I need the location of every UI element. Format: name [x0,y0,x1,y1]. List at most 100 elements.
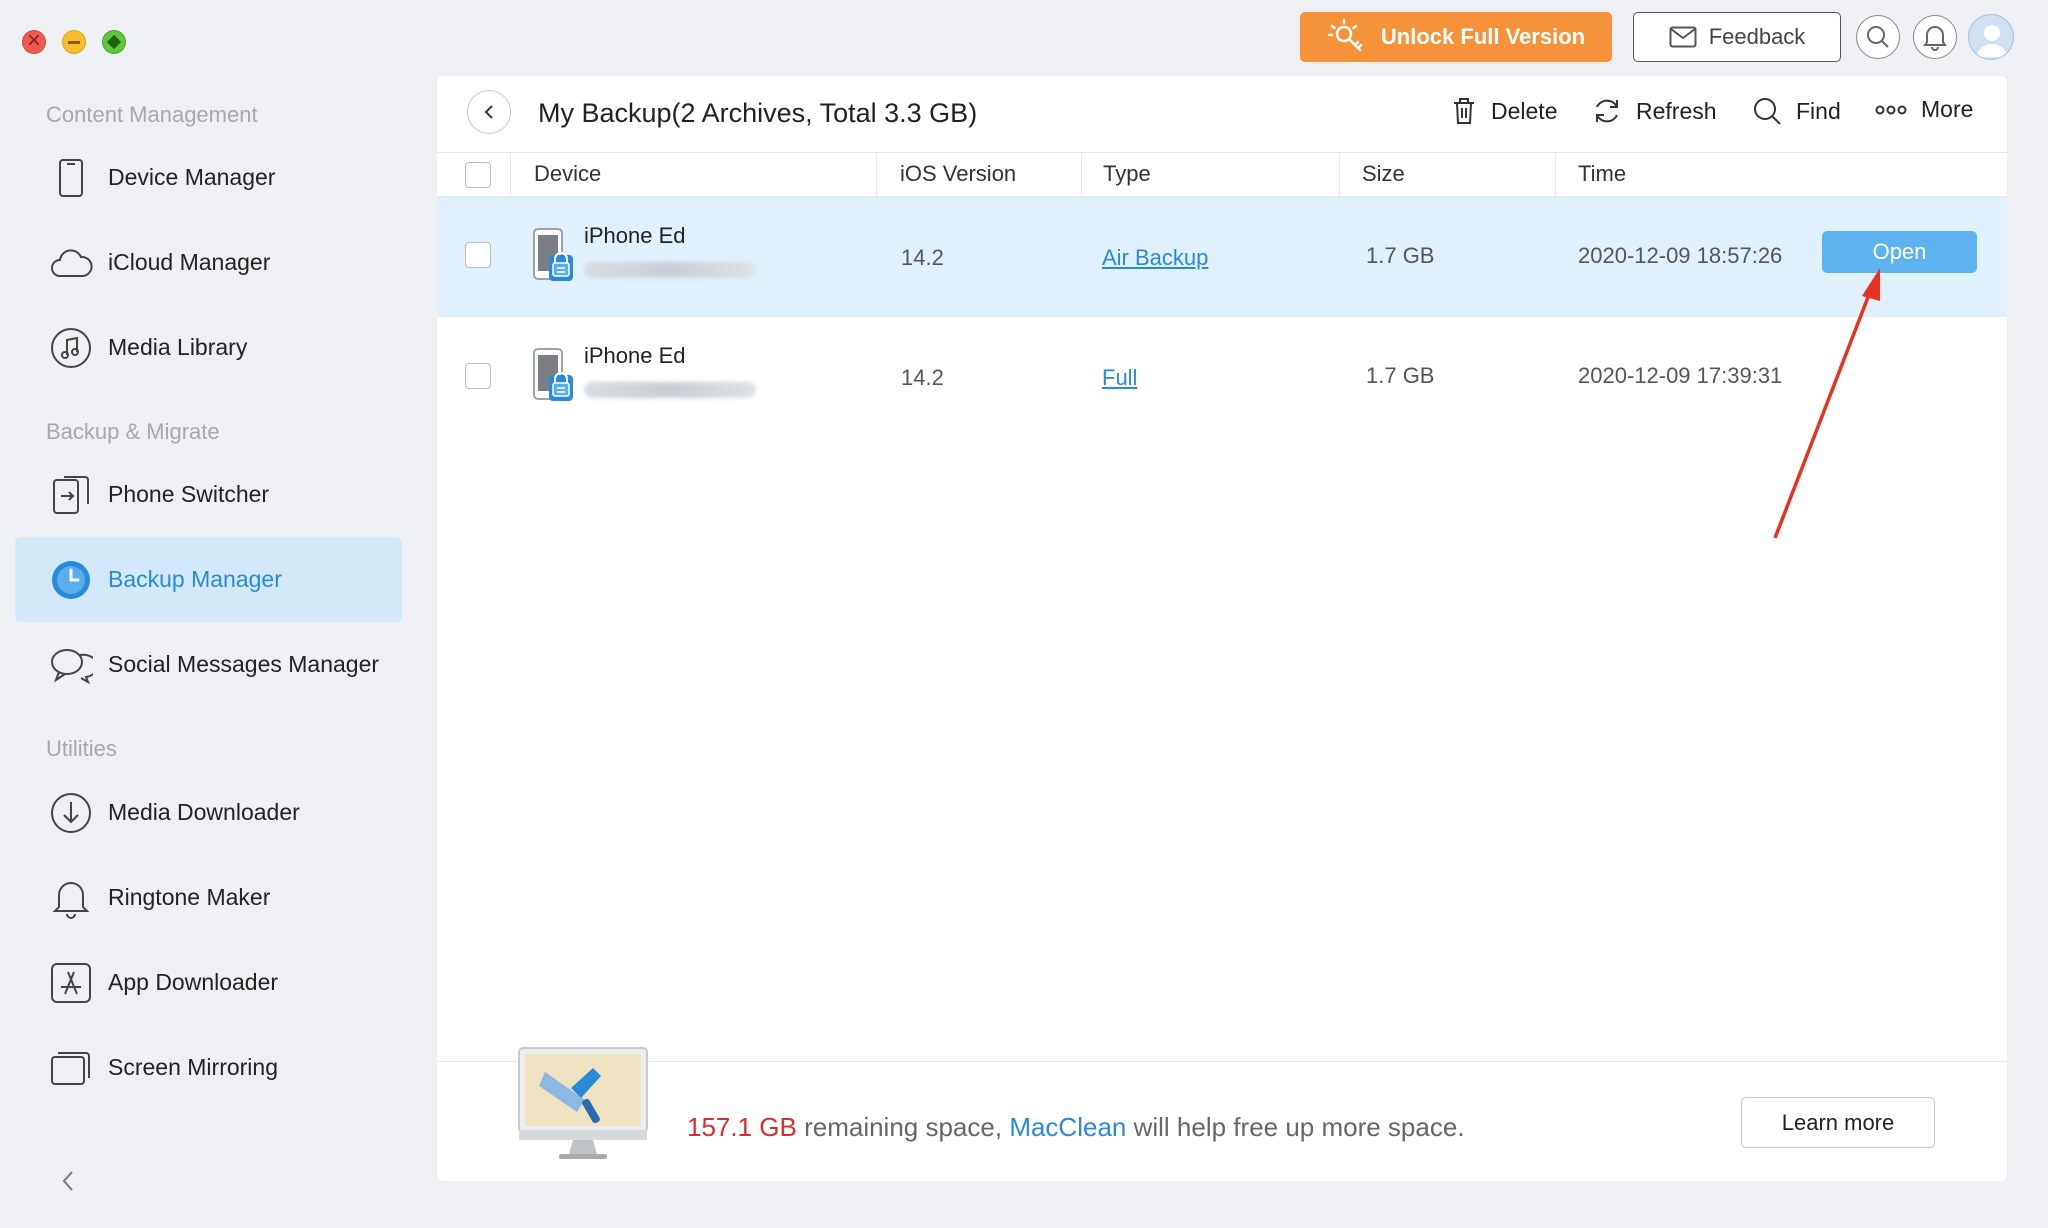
column-header-ios-version[interactable]: iOS Version [900,161,1016,187]
sidebar-item-label: Backup Manager [108,566,282,592]
backup-time: 2020-12-09 17:39:31 [1578,363,1783,388]
backup-type-link[interactable]: Full [1102,365,1137,391]
main-panel: My Backup(2 Archives, Total 3.3 GB) Dele… [437,76,2007,1181]
row-checkbox[interactable] [465,363,491,389]
section-title-content-management: Content Management [46,102,258,127]
feedback-label: Feedback [1708,24,1806,49]
column-divider [876,153,877,197]
device-id-redacted [584,382,756,398]
sidebar-item-label: Phone Switcher [108,481,270,507]
bell-icon [49,876,93,920]
sidebar-item-label: Screen Mirroring [108,1054,278,1080]
chat-icon [49,643,93,687]
backup-time: 2020-12-09 18:57:26 [1578,243,1783,268]
column-divider [1555,153,1556,197]
storage-text-mid: remaining space, [796,1112,1010,1142]
sidebar-item-phone-switcher[interactable]: Phone Switcher [15,452,402,537]
switch-icon [49,473,93,517]
section-title-utilities: Utilities [46,736,117,761]
sidebar-item-label: App Downloader [108,969,279,995]
sidebar-item-ringtone-maker[interactable]: Ringtone Maker [15,855,402,940]
device-name: iPhone Ed [584,343,686,368]
macclean-monitor-icon [518,1047,648,1159]
learn-more-button[interactable]: Learn more [1741,1097,1935,1148]
window-controls [22,27,126,55]
app-store-icon [49,961,93,1005]
storage-text-end: will help free up more space. [1126,1112,1465,1142]
storage-footer: 157.1 GB remaining space, MacClean will … [437,1047,2007,1181]
storage-message: 157.1 GB remaining space, MacClean will … [687,1112,1465,1143]
maximize-window-button[interactable] [102,30,126,54]
search-button[interactable] [1856,15,1900,59]
search-icon [1867,26,1889,48]
column-header-device[interactable]: Device [534,161,601,187]
backup-type-link[interactable]: Air Backup [1102,245,1208,271]
delete-button[interactable]: Delete [1451,96,1557,126]
locked-iphone-icon [533,348,573,401]
macclean-link[interactable]: MacClean [1009,1112,1126,1142]
chevron-left-icon [484,105,493,119]
mail-icon [1669,26,1697,48]
sidebar-item-label: Device Manager [108,164,276,190]
chevron-left-icon [62,1171,73,1191]
sidebar-item-label: iCloud Manager [108,249,271,275]
find-button[interactable]: Find [1752,96,1841,126]
key-icon [1327,18,1363,52]
sidebar-item-screen-mirroring[interactable]: Screen Mirroring [15,1025,402,1110]
search-icon [1754,98,1781,125]
remaining-space-value: 157.1 GB [687,1112,797,1142]
notifications-button[interactable] [1913,15,1957,59]
table-row[interactable]: iPhone Ed 14.2 Full 1.7 GB 2020-12-09 17… [437,317,2007,437]
sidebar-item-media-library[interactable]: Media Library [15,305,402,390]
sidebar-item-device-manager[interactable]: Device Manager [15,135,402,220]
ios-version: 14.2 [901,245,944,270]
column-divider [1081,153,1082,197]
cloud-icon [49,241,93,285]
device-id-redacted [584,262,756,278]
more-icon [1875,105,1907,114]
find-label: Find [1796,97,1841,124]
more-button[interactable]: More [1875,96,1973,123]
download-icon [49,791,93,835]
minimize-window-button[interactable] [62,30,86,54]
column-header-type[interactable]: Type [1103,161,1151,187]
device-name: iPhone Ed [584,223,686,248]
sidebar: Content Management Device Manager iCloud… [0,90,420,1228]
back-button[interactable] [467,90,511,134]
refresh-label: Refresh [1636,97,1717,124]
collapse-sidebar-button[interactable] [58,1168,78,1199]
sidebar-item-label: Ringtone Maker [108,884,271,910]
column-divider [1339,153,1340,197]
open-backup-button[interactable]: Open [1822,231,1977,273]
sidebar-item-social-messages-manager[interactable]: Social Messages Manager [15,622,402,707]
locked-iphone-icon [533,228,573,281]
more-label: More [1921,96,1974,122]
table-header: Device iOS Version Type Size Time [437,152,2007,197]
select-all-checkbox[interactable] [465,162,491,188]
trash-icon [1454,98,1474,124]
close-window-button[interactable] [22,27,46,55]
sidebar-item-label: Media Downloader [108,799,300,825]
bell-icon [1923,26,1947,51]
feedback-button[interactable]: Feedback [1633,12,1841,62]
backup-size: 1.7 GB [1366,363,1435,388]
unlock-full-version-button[interactable]: Unlock Full Version [1300,12,1612,62]
column-header-time[interactable]: Time [1578,161,1626,187]
column-header-size[interactable]: Size [1362,161,1405,187]
sidebar-item-app-downloader[interactable]: App Downloader [15,940,402,1025]
column-divider [510,153,511,197]
table-row[interactable]: iPhone Ed 14.2 Air Backup 1.7 GB 2020-12… [437,197,2007,317]
sidebar-item-backup-manager[interactable]: Backup Manager [15,537,402,622]
sidebar-item-label: Media Library [108,334,248,360]
refresh-button[interactable]: Refresh [1592,96,1717,126]
user-avatar[interactable] [1968,14,2014,60]
sidebar-item-icloud-manager[interactable]: iCloud Manager [15,220,402,305]
section-title-backup-migrate: Backup & Migrate [46,419,220,444]
user-icon [1977,25,2007,57]
sidebar-item-label: Social Messages Manager [108,651,380,677]
sidebar-item-media-downloader[interactable]: Media Downloader [15,770,402,855]
row-checkbox[interactable] [465,242,491,268]
clock-icon [49,558,93,602]
backup-size: 1.7 GB [1366,243,1435,268]
phone-icon [49,156,93,200]
